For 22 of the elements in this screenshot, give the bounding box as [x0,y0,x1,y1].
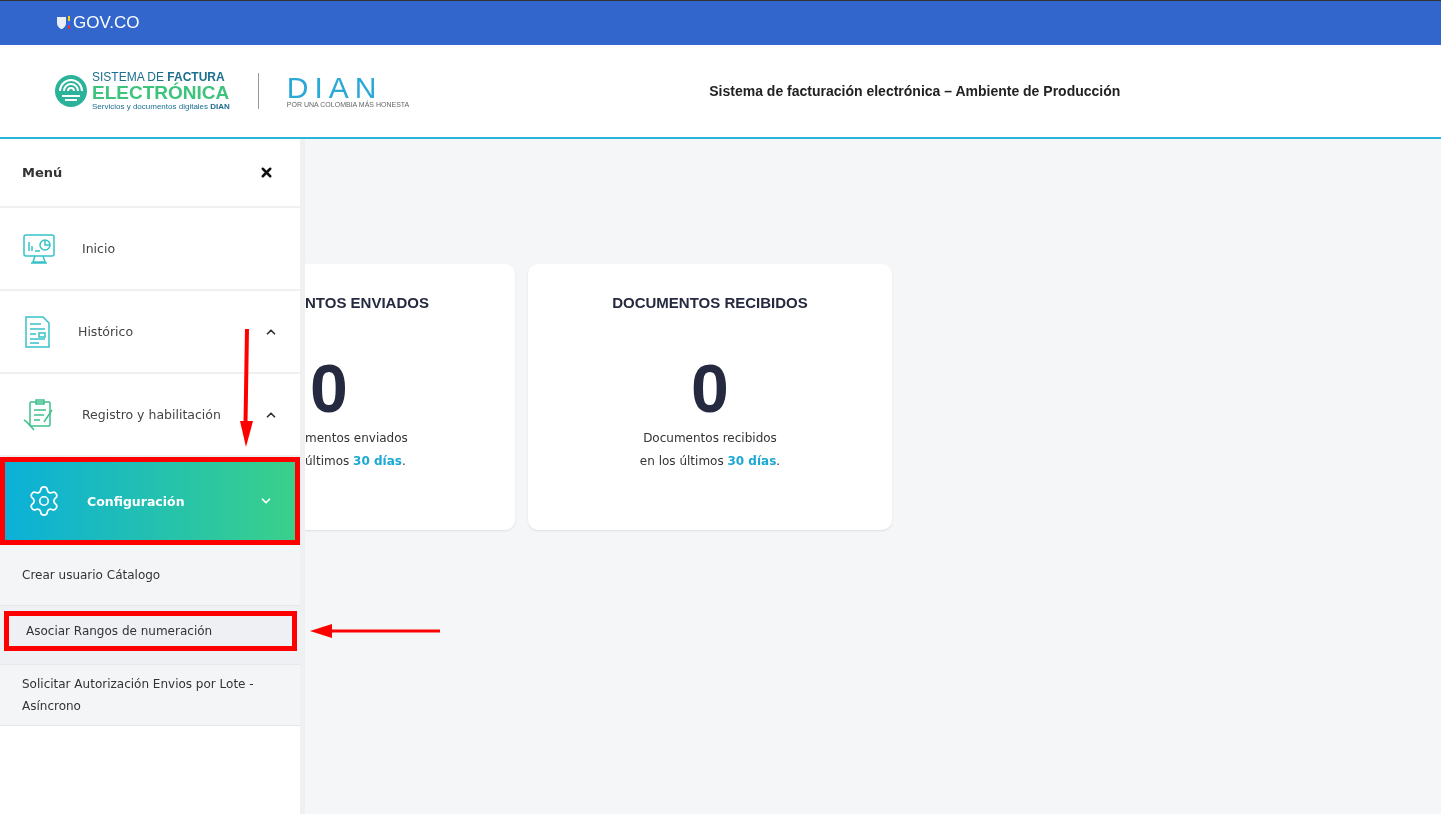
monitor-chart-icon [22,231,56,266]
clipboard-hand-icon [22,397,56,432]
shield-icon [56,15,70,31]
close-icon[interactable] [259,165,274,180]
card-caption: mentos enviados [305,430,408,447]
card-title: NTOS ENVIADOS [305,294,429,311]
swirl-logo-icon [54,74,88,108]
gov-brand[interactable]: GOV.CO [73,13,140,33]
menu-title: Menú [22,165,63,180]
document-count: 0 [310,349,348,427]
card-caption: en los últimos 30 días. [639,453,781,470]
card-caption: últimos 30 días. [305,453,406,470]
page-title: Sistema de facturación electrónica – Ambiente de Producción [709,83,1121,99]
logo-line: Servicios y documentos digitales DIAN [92,101,230,112]
logo-line: ELECTRÓNICA [92,82,230,102]
document-count: 0 [691,349,729,427]
logo-line: SISTEMA DE FACTURA [92,70,225,83]
card-title: DOCUMENTOS RECIBIDOS [612,294,808,311]
card-caption: Documentos recibidos [643,430,777,447]
document-icon [22,314,52,349]
dian-logo-text: DIAN [286,74,383,101]
settings-icon [27,484,61,518]
